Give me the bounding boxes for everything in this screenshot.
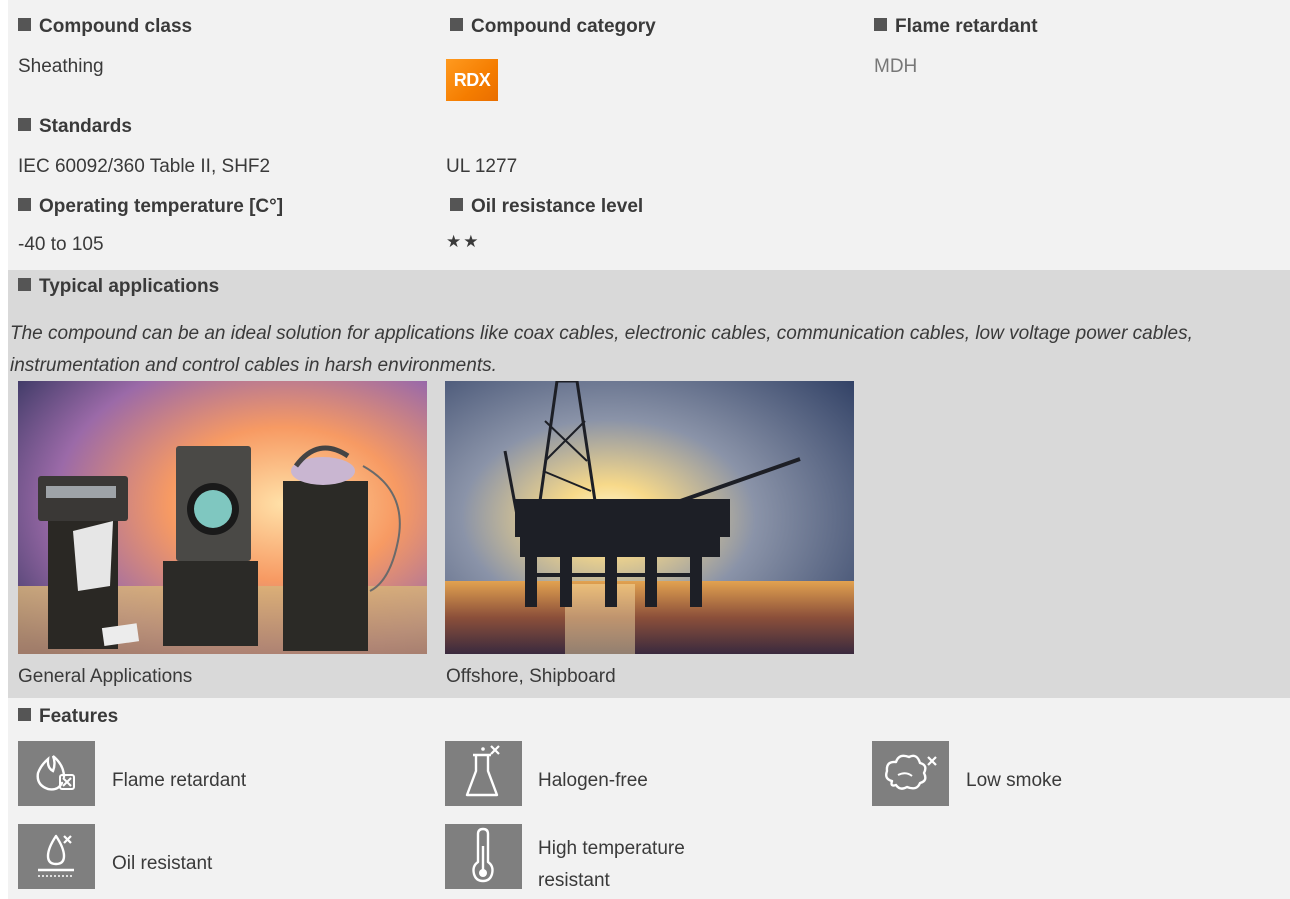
bullet-square-icon (18, 708, 31, 721)
offshore-platform-image (445, 381, 854, 654)
features-heading: Features (18, 706, 118, 728)
flame-retardant-icon (18, 741, 95, 806)
low-smoke-icon (872, 741, 949, 806)
compound-category-heading: Compound category (450, 16, 656, 38)
bullet-square-icon (874, 18, 887, 31)
typical-applications-description: The compound can be an ideal solution fo… (10, 323, 1193, 376)
bullet-square-icon (18, 198, 31, 211)
oil-resistance-stars: ★★ (446, 232, 481, 251)
bullet-square-icon (18, 118, 31, 131)
feature-label-high-temperature-resistant: High temperature resistant (538, 838, 685, 891)
properties-section (8, 0, 1290, 270)
standard-value-1: IEC 60092/360 Table II, SHF2 (18, 156, 271, 177)
offshore-shipboard-caption: Offshore, Shipboard (446, 666, 616, 687)
compound-class-value: Sheathing (18, 56, 104, 77)
oil-resistance-heading: Oil resistance level (450, 196, 643, 218)
bullet-square-icon (18, 18, 31, 31)
feature-label-flame-retardant: Flame retardant (112, 770, 247, 791)
bullet-square-icon (450, 18, 463, 31)
appliances-image (18, 381, 427, 654)
operating-temperature-value: -40 to 105 (18, 234, 104, 255)
flame-retardant-heading: Flame retardant (874, 16, 1038, 38)
general-applications-caption: General Applications (18, 666, 193, 687)
rdx-badge: RDX (446, 59, 498, 101)
standards-heading: Standards (18, 116, 132, 138)
bullet-square-icon (18, 278, 31, 291)
standard-value-2: UL 1277 (446, 156, 518, 177)
thermometer-icon (445, 824, 522, 889)
halogen-free-icon (445, 741, 522, 806)
feature-label-oil-resistant: Oil resistant (112, 853, 213, 874)
oil-resistant-icon (18, 824, 95, 889)
feature-label-low-smoke: Low smoke (966, 770, 1063, 791)
flame-retardant-value: MDH (874, 56, 918, 77)
bullet-square-icon (450, 198, 463, 211)
typical-applications-heading: Typical applications (18, 276, 219, 298)
compound-class-heading: Compound class (18, 16, 192, 38)
feature-label-halogen-free: Halogen-free (538, 770, 648, 791)
operating-temperature-heading: Operating temperature [C°] (18, 196, 283, 218)
